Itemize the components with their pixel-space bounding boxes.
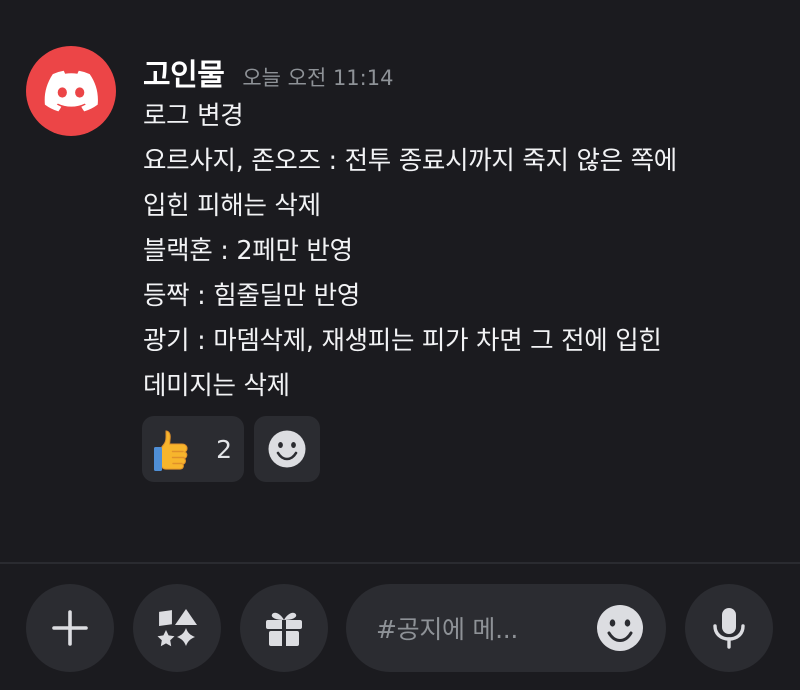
message-input[interactable]: #공지에 메... bbox=[346, 584, 666, 672]
message-input-placeholder: #공지에 메... bbox=[376, 615, 519, 644]
timestamp: 오늘 오전 11:14 bbox=[242, 66, 394, 90]
message-line: 요르사지, 존오즈 : 전투 종료시까지 죽지 않은 쪽에 bbox=[143, 146, 677, 176]
gift-icon bbox=[266, 612, 302, 646]
attach-button[interactable] bbox=[26, 584, 114, 672]
gift-button[interactable] bbox=[240, 584, 328, 672]
thumbs-up-icon bbox=[154, 430, 188, 471]
author-name[interactable]: 고인물 bbox=[143, 50, 225, 94]
message-line: 등짝 : 힘줄딜만 반영 bbox=[143, 281, 360, 311]
message-line: 데미지는 삭제 bbox=[143, 371, 290, 401]
message-line: 블랙혼 : 2페만 반영 bbox=[143, 236, 353, 266]
message-content: 로그 변경 요르사지, 존오즈 : 전투 종료시까지 죽지 않은 쪽에 입힌 피… bbox=[143, 94, 783, 409]
reactions: 2 bbox=[142, 416, 320, 482]
apps-icon bbox=[157, 609, 197, 647]
voice-message-button[interactable] bbox=[685, 584, 773, 672]
message-header: 고인물 오늘 오전 11:14 bbox=[143, 50, 393, 94]
discord-logo-icon bbox=[44, 70, 98, 112]
plus-icon bbox=[52, 610, 88, 646]
add-reaction-icon bbox=[268, 430, 306, 468]
message-line: 입힌 피해는 삭제 bbox=[143, 191, 321, 221]
avatar[interactable] bbox=[26, 46, 116, 136]
reaction-count: 2 bbox=[216, 434, 232, 464]
microphone-icon bbox=[713, 608, 745, 649]
message-line: 광기 : 마뎀삭제, 재생피는 피가 차면 그 전에 입힌 bbox=[143, 326, 662, 356]
message-composer: #공지에 메... bbox=[0, 564, 800, 690]
message[interactable]: 고인물 오늘 오전 11:14 로그 변경 요르사지, 존오즈 : 전투 종료시… bbox=[0, 0, 800, 560]
apps-button[interactable] bbox=[133, 584, 221, 672]
add-reaction-button[interactable] bbox=[254, 416, 320, 482]
chat-screen: 고인물 오늘 오전 11:14 로그 변경 요르사지, 존오즈 : 전투 종료시… bbox=[0, 0, 800, 690]
emoji-icon[interactable] bbox=[596, 604, 644, 652]
reaction-thumbs-up[interactable]: 2 bbox=[142, 416, 244, 482]
message-line: 로그 변경 bbox=[143, 101, 244, 131]
